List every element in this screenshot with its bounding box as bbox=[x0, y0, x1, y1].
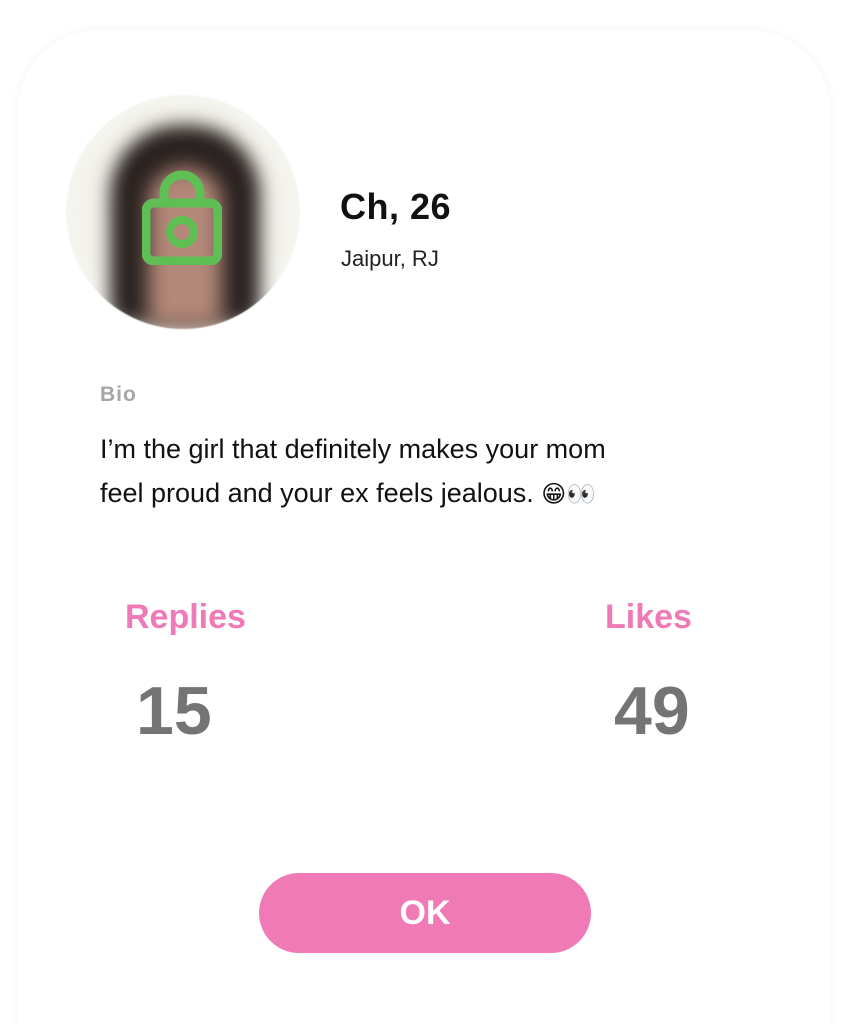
bio-line-2: feel proud and your ex feels jealous. 😁👀 bbox=[100, 471, 740, 516]
bio-label: Bio bbox=[100, 383, 137, 406]
likes-label: Likes bbox=[605, 598, 692, 636]
profile-location: Jaipur, RJ bbox=[341, 246, 439, 271]
lock-icon bbox=[142, 170, 222, 265]
replies-count: 15 bbox=[136, 673, 212, 749]
profile-name-age: Ch, 26 bbox=[340, 186, 452, 227]
bio-text: I’m the girl that definitely makes your … bbox=[100, 427, 740, 516]
bio-line-2-text: feel proud and your ex feels jealous. bbox=[100, 478, 534, 508]
bio-emoji: 😁👀 bbox=[541, 480, 597, 508]
likes-count: 49 bbox=[614, 673, 690, 749]
ok-button[interactable]: OK bbox=[259, 873, 591, 953]
replies-label: Replies bbox=[125, 598, 246, 636]
bio-line-1: I’m the girl that definitely makes your … bbox=[100, 434, 606, 464]
